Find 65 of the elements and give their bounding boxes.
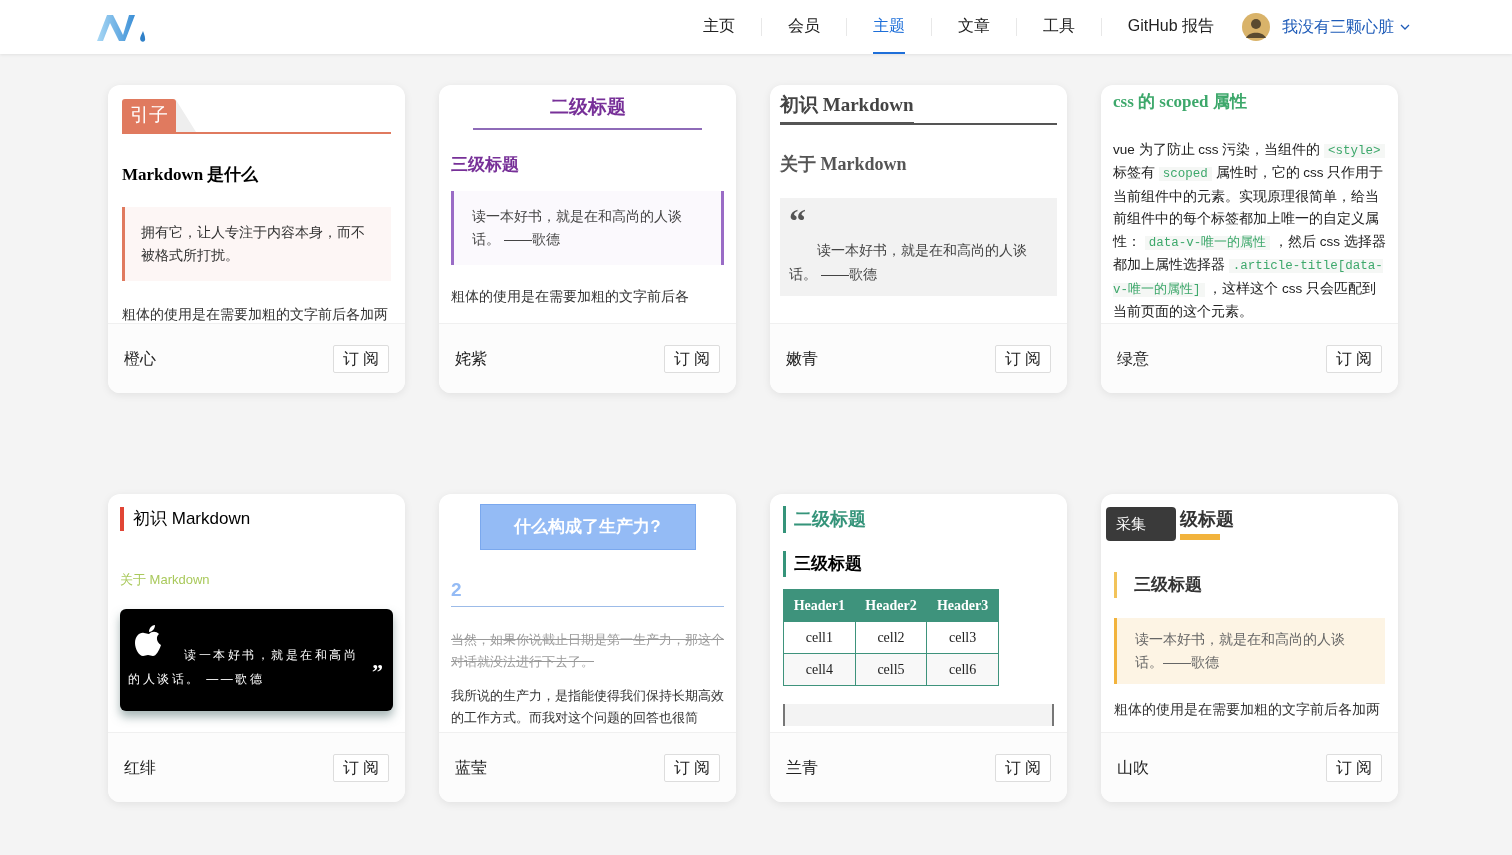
- table-header: Header2: [855, 589, 927, 621]
- table-cell: cell5: [855, 653, 927, 685]
- title-banner: 什么构成了生产力?: [479, 504, 696, 550]
- heading: 级标题: [1180, 508, 1234, 531]
- theme-name: 蓝莹: [455, 757, 487, 778]
- quote-text: 读一本好书，就是在和高尚的人谈话。 ——歌德: [789, 240, 1028, 284]
- subscribe-button[interactable]: 订 阅: [663, 753, 720, 782]
- table-cell: cell1: [783, 621, 856, 653]
- subscribe-button[interactable]: 订 阅: [1325, 753, 1382, 782]
- theme-name: 橙心: [124, 348, 156, 369]
- heading: 初识 Markdown: [780, 91, 914, 125]
- theme-name: 山吹: [1117, 757, 1149, 778]
- apple-icon: [134, 625, 164, 659]
- paragraph: 我所说的生产力，是指能使得我们保持长期高效的工作方式。而我对这个问题的回答也很简: [451, 687, 724, 727]
- subscribe-button[interactable]: 订 阅: [663, 344, 720, 373]
- theme-name: 红绯: [124, 757, 156, 778]
- paragraph: 粗体的使用是在需要加粗的文字前后各加两: [1114, 700, 1381, 719]
- heading: Markdown 是什么: [122, 163, 260, 186]
- heading: 初识 Markdown: [133, 508, 251, 530]
- deleted-text: 当然，如果你说截止日期是第一生产力，那这个对话就没法进行下去了。: [451, 631, 724, 671]
- fold-icon: [176, 99, 196, 132]
- heading: css 的 scoped 属性: [1113, 91, 1248, 113]
- nav-tab[interactable]: GitHub 报告: [1127, 0, 1214, 54]
- nav-tab[interactable]: 主题: [872, 0, 905, 54]
- paragraph: 粗体的使用是在需要加粗的文字前后各: [451, 288, 690, 306]
- subheading: 三级标题: [1114, 572, 1385, 598]
- table-header: Header3: [926, 589, 999, 621]
- theme-name: 嫩青: [786, 348, 818, 369]
- collect-button[interactable]: 采集: [1106, 507, 1176, 541]
- avatar-icon[interactable]: [1242, 13, 1270, 41]
- quote-mark: “: [789, 203, 807, 238]
- heading: 二级标题: [783, 506, 1054, 533]
- theme-name: 兰青: [786, 757, 818, 778]
- nav-tab[interactable]: 工具: [1042, 0, 1075, 54]
- heading: 二级标题: [473, 93, 702, 130]
- subscribe-button[interactable]: 订 阅: [1325, 344, 1382, 373]
- subscribe-button[interactable]: 订 阅: [994, 753, 1051, 782]
- paragraph: vue 为了防止 css 污染，当组件的 <style> 标签有 scoped 属性时，它的 css 只作用于当前组件中的元素。实现原理很简单，给当前组件中的每个标签都加上唯一的自定义属性： data-v-唯一的属性 ，然后 css 选择器都加上属性选择器 .article-title[data-v-唯一的属性] ，这样这个 css 只会匹配到当前页面的这个元素。: [1113, 140, 1386, 321]
- subheading: 三级标题: [451, 153, 520, 176]
- table-header: Header1: [783, 589, 856, 621]
- subscribe-button[interactable]: 订 阅: [994, 344, 1051, 373]
- subheading: 关于 Markdown: [120, 570, 211, 589]
- nav-tab[interactable]: 主页: [702, 0, 735, 54]
- theme-name: 姹紫: [455, 348, 487, 369]
- blockquote: 读一本好书，就是在和高尚的人谈话。 ——歌德: [451, 191, 724, 265]
- table-cell: cell3: [926, 621, 999, 653]
- heading: 2: [451, 575, 724, 607]
- table-cell: cell2: [855, 621, 927, 653]
- table-cell: cell4: [783, 653, 856, 685]
- quote-text: 读一本好书，就是在和高尚的人谈话。 ——歌德: [128, 647, 359, 688]
- quote-mark: ”: [372, 661, 383, 683]
- user-name[interactable]: 我没有三颗心脏: [1282, 15, 1394, 39]
- chevron-down-icon[interactable]: [1400, 24, 1410, 30]
- blockquote: 读一本好书，就是在和高尚的人谈话。——歌德: [1114, 617, 1385, 684]
- theme-name: 绿意: [1117, 348, 1149, 369]
- nav-tab[interactable]: 文章: [957, 0, 990, 54]
- heading-badge: 引子: [122, 99, 176, 132]
- blockquote: 拥有它，让人专注于内容本身，而不被格式所打扰。: [122, 207, 391, 281]
- subscribe-button[interactable]: 订 阅: [332, 753, 389, 782]
- table-cell: cell6: [926, 653, 999, 685]
- paragraph: 粗体的使用是在需要加粗的文字前后各加两: [122, 306, 389, 323]
- subheading: 三级标题: [783, 551, 1054, 577]
- nav-tab[interactable]: 会员: [787, 0, 820, 54]
- subscribe-button[interactable]: 订 阅: [332, 344, 389, 373]
- subheading: 关于 Markdown: [780, 152, 908, 176]
